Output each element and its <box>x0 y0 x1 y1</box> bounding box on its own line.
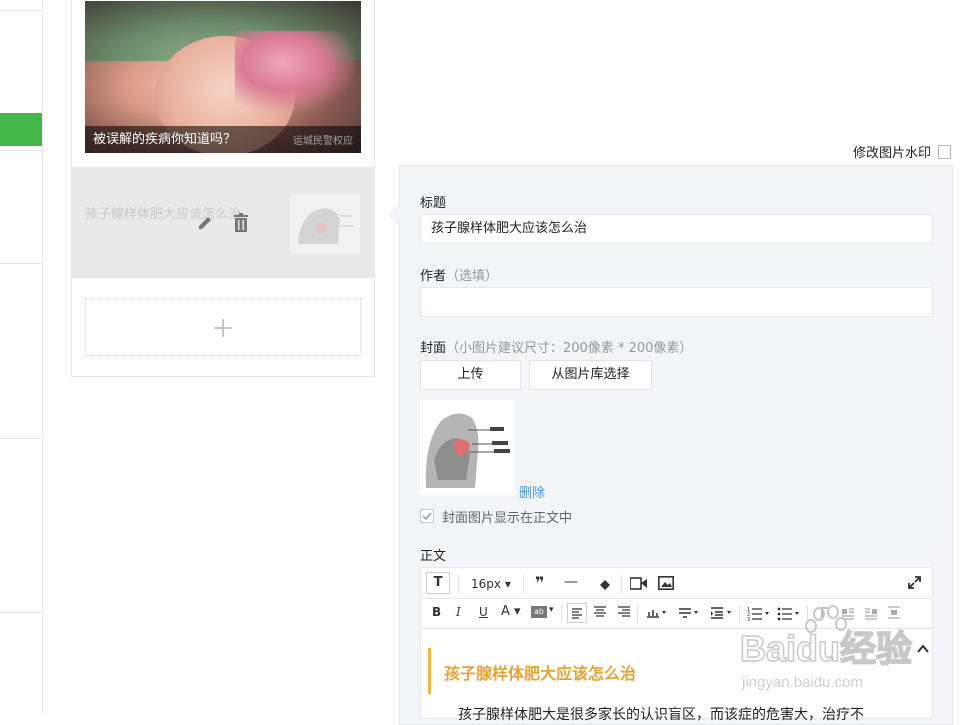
float-right-icon[interactable] <box>864 606 878 620</box>
trash-icon[interactable] <box>233 213 249 233</box>
float-left-icon[interactable] <box>841 606 855 620</box>
float-none-icon[interactable] <box>887 606 901 620</box>
left-nav <box>0 0 43 714</box>
article-heading: 孩子腺样体肥大应该怎么治 <box>444 664 637 683</box>
editor-toolbar-top: T 16px ▾ ❞ — <box>420 567 933 599</box>
cover-image-hat <box>235 31 355 111</box>
bold-button[interactable]: B <box>432 605 441 619</box>
cover-label: 封面（小图片建议尺寸：200像素 * 200像素） <box>420 337 692 356</box>
cover-hint: （小图片建议尺寸：200像素 * 200像素） <box>446 341 693 356</box>
ordered-list-icon[interactable]: 123 <box>747 605 771 621</box>
indent-icon[interactable] <box>709 606 733 620</box>
background-color-icon[interactable]: ab <box>531 606 547 618</box>
cover-thumbnail <box>420 400 515 495</box>
nav-divider <box>0 150 42 151</box>
show-cover-checkbox[interactable] <box>420 509 434 523</box>
toolbar-separator <box>561 605 562 623</box>
edit-icon[interactable] <box>196 214 214 232</box>
author-input[interactable] <box>420 287 933 317</box>
font-color-glyph: A <box>501 604 510 619</box>
title-input[interactable]: 孩子腺样体肥大应该怎么治 <box>420 214 933 244</box>
align-center-icon[interactable] <box>593 605 607 619</box>
article-body-text: 孩子腺样体肥大是很多家长的认识盲区，而该症的危害大，治疗不 <box>458 707 864 723</box>
body-label: 正文 <box>420 549 447 564</box>
toolbar-separator <box>621 575 622 593</box>
chevron-down-icon[interactable]: ▾ <box>549 605 554 615</box>
video-icon[interactable] <box>630 577 647 590</box>
font-size-select[interactable]: 16px ▾ <box>471 577 511 591</box>
author-hint: （选填） <box>446 269 499 284</box>
fullscreen-icon[interactable] <box>908 576 921 589</box>
unordered-list-icon[interactable] <box>777 605 801 621</box>
toolbar-separator <box>637 605 638 623</box>
upload-button[interactable]: 上传 <box>420 360 521 390</box>
checkmark-icon <box>422 512 432 521</box>
toolbar-separator <box>739 605 740 623</box>
library-select-button[interactable]: 从图片库选择 <box>529 360 652 390</box>
align-right-icon[interactable] <box>617 605 631 619</box>
toolbar-separator <box>458 575 459 593</box>
clear-format-icon[interactable] <box>816 606 832 620</box>
nav-divider <box>0 10 42 11</box>
show-cover-label: 封面图片显示在正文中 <box>442 511 573 526</box>
document-icon <box>938 145 951 159</box>
toolbar-separator <box>807 605 808 623</box>
font-size-value: 16px <box>471 577 501 591</box>
align-left-icon[interactable] <box>567 603 587 623</box>
toolbar-separator <box>523 575 524 593</box>
editor-toolbar-bottom: B I U A ▾ ab ▾ 123 <box>420 599 933 629</box>
font-color-button[interactable]: A ▾ <box>501 604 521 619</box>
nav-divider <box>0 612 42 613</box>
svg-text:3: 3 <box>747 617 750 621</box>
delete-cover-link[interactable]: 删除 <box>519 482 545 501</box>
article-item-main[interactable]: 被误解的疾病你知道吗？ 运城民警权应 <box>85 1 361 153</box>
underline-button[interactable]: U <box>479 605 488 619</box>
text-format-icon[interactable]: T <box>426 572 450 594</box>
author-label-text: 作者 <box>420 269 447 284</box>
nav-divider <box>0 438 42 439</box>
article-item-title: 孩子腺样体肥大应该怎么治 <box>85 207 242 222</box>
italic-button[interactable]: I <box>456 605 461 619</box>
image-watermark: 运城民警权应 <box>293 136 353 147</box>
article-item-thumb <box>290 194 360 254</box>
scroll-up-icon[interactable] <box>916 642 930 656</box>
modify-watermark-link[interactable]: 修改图片水印 <box>853 142 931 161</box>
cover-label-text: 封面 <box>420 341 447 356</box>
row-spacing-icon[interactable] <box>645 606 667 620</box>
horizontal-rule-icon[interactable]: — <box>564 574 578 590</box>
format-painter-icon[interactable] <box>597 576 613 592</box>
nav-item-active[interactable] <box>0 113 42 146</box>
plus-icon <box>222 319 224 337</box>
image-icon[interactable] <box>658 576 674 590</box>
article-item-second[interactable]: 孩子腺样体肥大应该怎么治 <box>72 167 374 278</box>
article-heading-block: 孩子腺样体肥大应该怎么治 <box>428 648 908 694</box>
author-label: 作者（选填） <box>420 265 498 284</box>
blockquote-icon[interactable]: ❞ <box>535 573 544 592</box>
nav-divider <box>0 263 42 264</box>
title-label: 标题 <box>420 196 447 211</box>
add-article-button[interactable] <box>85 298 361 356</box>
line-height-icon[interactable] <box>677 606 699 620</box>
